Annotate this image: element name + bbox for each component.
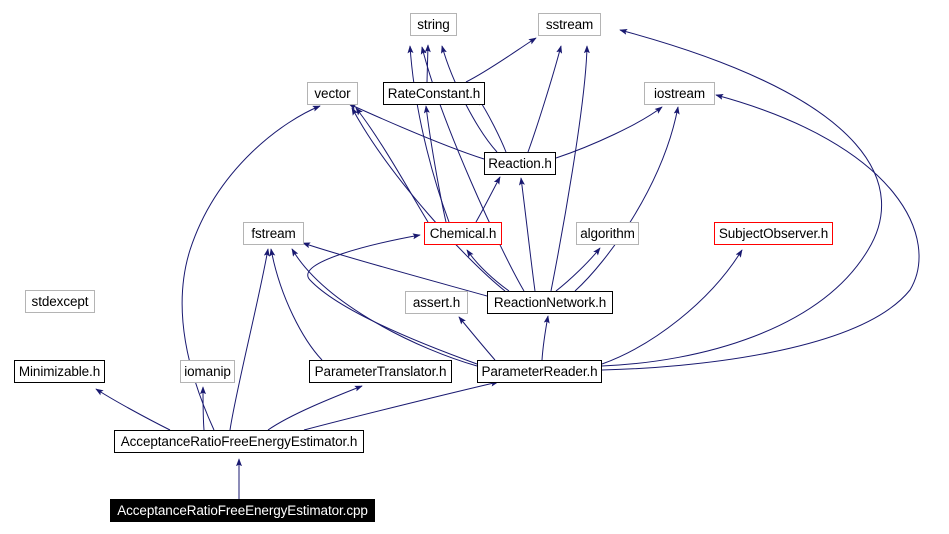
- node-layer: string sstream vector RateConstant.h iostrea…: [0, 0, 949, 534]
- graph-node-label: AcceptanceRatioFreeEnergyEstimator.cpp: [117, 502, 368, 518]
- graph-node-arfeecpp: AcceptanceRatioFreeEnergyEstimator.cpp: [110, 499, 375, 522]
- graph-node-reactionnetwork[interactable]: ReactionNetwork.h: [487, 291, 613, 314]
- graph-node-minimizable[interactable]: Minimizable.h: [14, 360, 105, 383]
- graph-node-vector[interactable]: vector: [307, 82, 358, 105]
- graph-node-rateconstant[interactable]: RateConstant.h: [383, 82, 485, 105]
- graph-node-iostream[interactable]: iostream: [644, 82, 715, 105]
- graph-node-label: iostream: [654, 85, 705, 101]
- graph-node-label: sstream: [545, 16, 594, 32]
- graph-node-parameterreader[interactable]: ParameterReader.h: [477, 360, 602, 383]
- graph-node-label: Minimizable.h: [18, 363, 101, 379]
- graph-node-iomanip[interactable]: iomanip: [180, 360, 235, 383]
- graph-node-assert[interactable]: assert.h: [405, 291, 468, 314]
- graph-node-label: AcceptanceRatioFreeEnergyEstimator.h: [120, 433, 358, 449]
- graph-node-label: fstream: [251, 225, 296, 241]
- graph-node-arfeeh[interactable]: AcceptanceRatioFreeEnergyEstimator.h: [114, 430, 364, 453]
- graph-node-label: ParameterReader.h: [481, 363, 598, 379]
- graph-node-label: iomanip: [184, 363, 231, 379]
- graph-node-label: ParameterTranslator.h: [314, 363, 447, 379]
- graph-node-label: Chemical.h: [429, 225, 497, 241]
- include-dependency-graph: string sstream vector RateConstant.h iostrea…: [0, 0, 949, 534]
- graph-node-label: SubjectObserver.h: [718, 225, 829, 241]
- graph-node-label: ReactionNetwork.h: [493, 294, 607, 310]
- graph-node-chemical[interactable]: Chemical.h: [424, 222, 502, 245]
- graph-node-fstream[interactable]: fstream: [243, 222, 304, 245]
- graph-node-sstream[interactable]: sstream: [538, 13, 601, 36]
- graph-node-algorithm[interactable]: algorithm: [576, 222, 639, 245]
- graph-node-label: algorithm: [580, 225, 635, 241]
- graph-node-label: RateConstant.h: [387, 85, 481, 101]
- graph-node-label: stdexcept: [31, 293, 89, 309]
- graph-node-subjectobserver[interactable]: SubjectObserver.h: [714, 222, 833, 245]
- graph-node-label: Reaction.h: [488, 155, 552, 171]
- graph-node-label: assert.h: [412, 294, 461, 310]
- graph-node-parametertranslator[interactable]: ParameterTranslator.h: [309, 360, 452, 383]
- graph-node-stdexcept[interactable]: stdexcept: [25, 290, 95, 313]
- graph-node-label: string: [417, 16, 450, 32]
- graph-node-string[interactable]: string: [410, 13, 457, 36]
- graph-node-reaction[interactable]: Reaction.h: [484, 152, 556, 175]
- graph-node-label: vector: [314, 85, 351, 101]
